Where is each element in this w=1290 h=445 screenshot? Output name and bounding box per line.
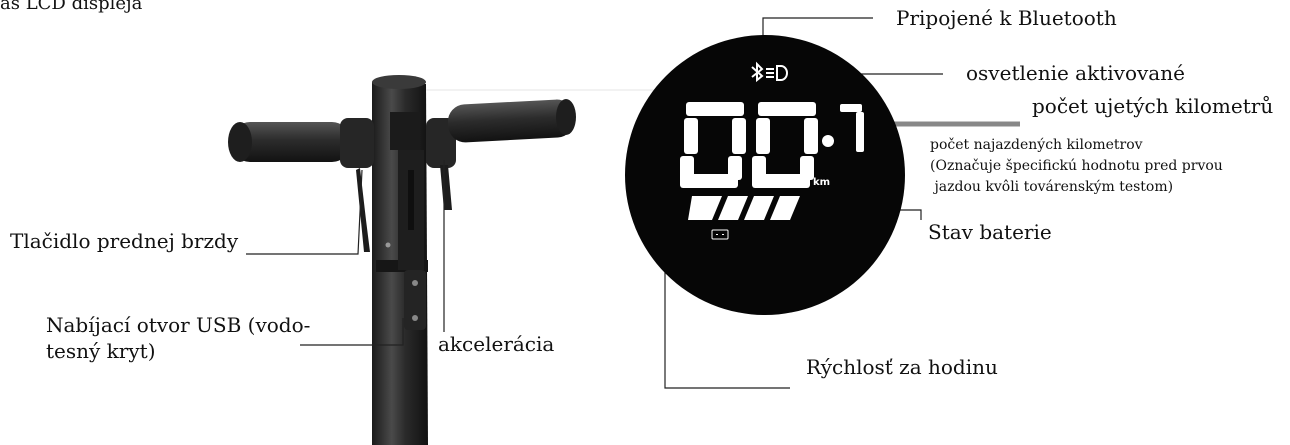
label-light: osvetlenie aktivované xyxy=(966,61,1185,85)
diagram-canvas: km as LCD displeja Tlačidlo prednej brzd… xyxy=(0,0,1290,445)
label-front-brake: Tlačidlo prednej brzdy xyxy=(10,229,239,253)
label-accelerator: akcelerácia xyxy=(438,332,555,356)
scooter-stem xyxy=(372,75,428,445)
decimal-point xyxy=(822,135,834,147)
label-battery: Stav baterie xyxy=(928,220,1052,244)
label-odometer: počet najazdených kilometrov (Označuje š… xyxy=(930,137,1223,195)
left-grip xyxy=(228,118,374,252)
label-speed: Rýchlosť za hodinu xyxy=(806,355,998,379)
right-grip xyxy=(426,99,576,210)
unit-label: km xyxy=(813,177,830,188)
lcd-display: km xyxy=(625,35,905,315)
label-trip-km: počet ujetých kilometrů xyxy=(1032,94,1274,118)
label-usb-port: Nabíjací otvor USB (vodo- tesný kryt) xyxy=(46,313,311,363)
page-title-partial: as LCD displeja xyxy=(0,0,143,14)
label-bluetooth: Pripojené k Bluetooth xyxy=(896,6,1117,30)
